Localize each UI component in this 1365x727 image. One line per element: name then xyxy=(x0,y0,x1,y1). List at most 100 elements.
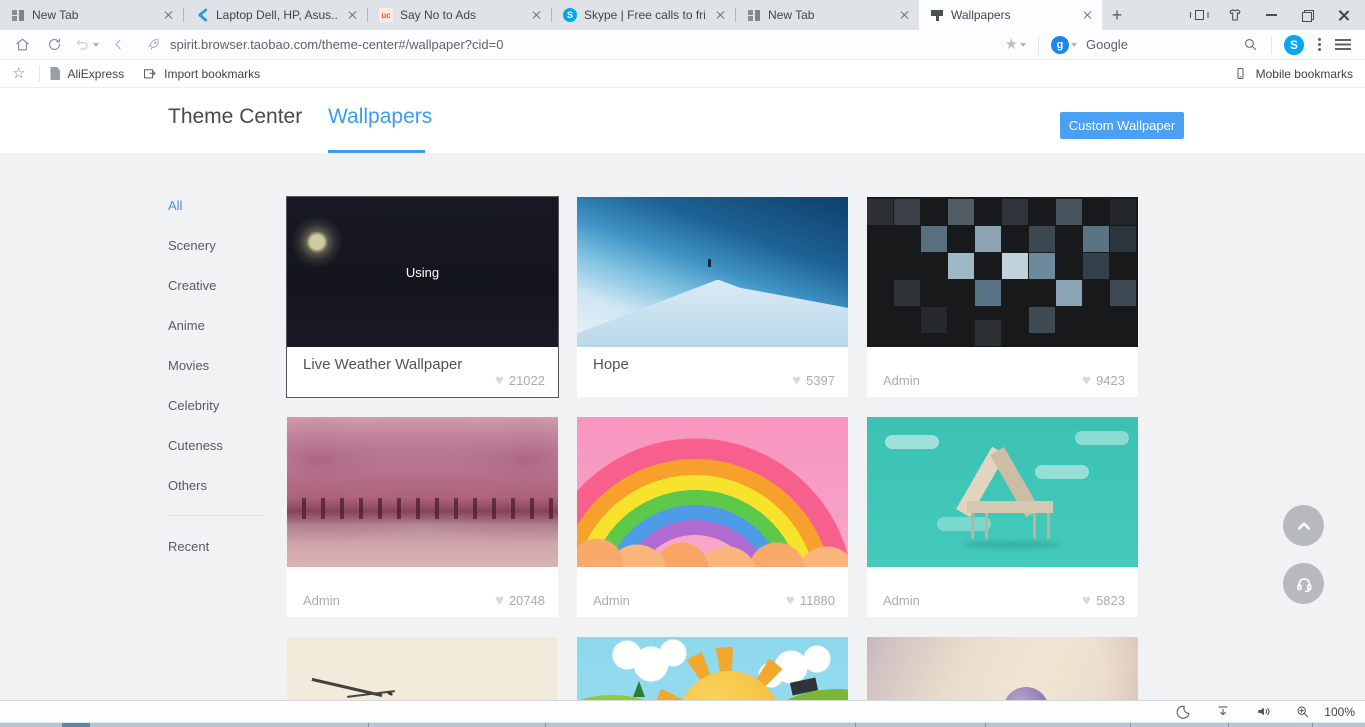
divider xyxy=(1271,36,1272,54)
zoom-level-label[interactable]: 100% xyxy=(1324,705,1355,719)
taskbar-sliver[interactable] xyxy=(0,722,1365,727)
sidebar-item-anime[interactable]: Anime xyxy=(168,305,268,345)
wallpaper-thumbnail[interactable]: Using xyxy=(287,197,558,347)
refresh-button[interactable] xyxy=(38,31,70,59)
wallpaper-card-rainbow[interactable]: Admin 11880 xyxy=(577,417,848,617)
home-button[interactable] xyxy=(6,31,38,59)
tab-label: Say No to Ads xyxy=(400,8,522,22)
wallpaper-card-cubes[interactable]: Admin 9423 xyxy=(867,197,1138,397)
wallpaper-thumbnail[interactable] xyxy=(577,417,848,567)
boss-key-button[interactable] xyxy=(1181,0,1217,30)
close-icon xyxy=(1337,9,1350,22)
wallpaper-card-structure[interactable]: Admin 5823 xyxy=(867,417,1138,617)
download-manager-button[interactable] xyxy=(1203,701,1243,722)
close-tab-icon[interactable] xyxy=(897,7,913,23)
url-text[interactable]: spirit.browser.taobao.com/theme-center#/… xyxy=(170,37,503,52)
search-box[interactable]: g Google xyxy=(1051,36,1259,54)
custom-wallpaper-button[interactable]: Custom Wallpaper xyxy=(1060,112,1184,139)
page-icon xyxy=(50,67,60,80)
wallpaper-thumbnail[interactable] xyxy=(287,417,558,567)
kebab-menu-icon[interactable] xyxy=(1318,43,1321,46)
sidebar-item-creative[interactable]: Creative xyxy=(168,265,268,305)
close-tab-icon[interactable] xyxy=(1080,7,1096,23)
new-tab-button[interactable] xyxy=(1102,0,1132,30)
wallpaper-card-branch[interactable] xyxy=(287,637,558,700)
close-window-button[interactable] xyxy=(1325,0,1361,30)
import-label: Import bookmarks xyxy=(164,67,260,81)
sidebar-item-all[interactable]: All xyxy=(168,185,268,225)
sidebar-item-cuteness[interactable]: Cuteness xyxy=(168,425,268,465)
import-bookmarks[interactable]: Import bookmarks xyxy=(142,66,260,81)
heart-icon xyxy=(792,373,801,388)
wallpaper-thumbnail[interactable] xyxy=(577,197,848,347)
wallpaper-title: Live Weather Wallpaper xyxy=(303,356,462,373)
google-engine-icon[interactable]: g xyxy=(1051,36,1069,54)
sidebar-item-recent[interactable]: Recent xyxy=(168,526,209,566)
chevron-down-icon[interactable] xyxy=(1020,43,1026,47)
skin-theme-button[interactable] xyxy=(1217,0,1253,30)
zoom-plus-icon xyxy=(1295,704,1311,720)
category-sidebar: All Scenery Creative Anime Movies Celebr… xyxy=(168,185,268,505)
support-button[interactable] xyxy=(1283,563,1324,604)
mobile-bookmarks[interactable]: Mobile bookmarks xyxy=(1233,66,1353,81)
card-info: Admin 20748 xyxy=(287,567,558,617)
divider xyxy=(1038,36,1039,54)
wallpaper-thumbnail[interactable] xyxy=(867,197,1138,347)
back-to-top-button[interactable] xyxy=(1283,505,1324,546)
close-tab-icon[interactable] xyxy=(161,7,177,23)
toolbar-right: g Google S xyxy=(1005,35,1355,55)
chevron-down-icon[interactable] xyxy=(1071,43,1077,47)
night-mode-button[interactable] xyxy=(1163,701,1203,722)
wallpaper-card-cartoon-sun[interactable] xyxy=(577,637,848,700)
bookmark-label: AliExpress xyxy=(67,67,124,81)
bookmark-aliexpress[interactable]: AliExpress xyxy=(50,67,124,81)
address-bar[interactable]: spirit.browser.taobao.com/theme-center#/… xyxy=(134,37,1005,52)
volume-button[interactable] xyxy=(1243,701,1283,722)
sidebar-item-others[interactable]: Others xyxy=(168,465,268,505)
undo-button[interactable] xyxy=(70,31,102,59)
skype-icon: S xyxy=(563,8,577,22)
wallpaper-author: Admin xyxy=(883,373,920,388)
wallpaper-grid: Using Live Weather Wallpaper 21022 Hope xyxy=(287,197,1139,700)
active-tab-underline xyxy=(328,150,425,153)
heart-icon xyxy=(786,593,795,608)
menu-icon[interactable] xyxy=(1335,39,1351,50)
wallpaper-card-lavender[interactable] xyxy=(867,637,1138,700)
tab-skype[interactable]: S Skype | Free calls to frie... xyxy=(552,0,735,30)
tab-wallpapers[interactable]: Wallpapers xyxy=(328,105,432,129)
uc-browser-icon: uc xyxy=(379,8,393,22)
close-tab-icon[interactable] xyxy=(529,7,545,23)
star-outline-icon[interactable] xyxy=(12,66,25,81)
tab-new-tab-1[interactable]: New Tab xyxy=(0,0,183,30)
sidebar-item-scenery[interactable]: Scenery xyxy=(168,225,268,265)
zoom-button[interactable] xyxy=(1283,701,1323,722)
bookmark-star-icon[interactable] xyxy=(1005,37,1018,52)
search-engine-label[interactable]: Google xyxy=(1086,37,1128,52)
tab-label: New Tab xyxy=(32,8,154,22)
sidebar-divider xyxy=(168,515,263,516)
tab-wallpapers-active[interactable]: Wallpapers xyxy=(919,0,1102,30)
back-button[interactable] xyxy=(102,31,134,59)
wallpaper-thumbnail[interactable] xyxy=(867,637,1138,700)
wallpaper-card-live-weather[interactable]: Using Live Weather Wallpaper 21022 xyxy=(287,197,558,397)
sidebar-item-celebrity[interactable]: Celebrity xyxy=(168,385,268,425)
back-chevron-icon xyxy=(110,36,127,53)
close-tab-icon[interactable] xyxy=(713,7,729,23)
wallpaper-thumbnail[interactable] xyxy=(867,417,1138,567)
tab-new-tab-2[interactable]: New Tab xyxy=(736,0,919,30)
restore-button[interactable] xyxy=(1289,0,1325,30)
wallpaper-thumbnail[interactable] xyxy=(577,637,848,700)
minimize-button[interactable] xyxy=(1253,0,1289,30)
chevron-up-icon xyxy=(1293,515,1315,537)
wallpaper-author: Admin xyxy=(303,593,340,608)
sidebar-item-movies[interactable]: Movies xyxy=(168,345,268,385)
wallpaper-thumbnail[interactable] xyxy=(287,637,558,700)
tab-say-no-to-ads[interactable]: uc Say No to Ads xyxy=(368,0,551,30)
wallpaper-card-blossom[interactable]: Admin 20748 xyxy=(287,417,558,617)
skype-extension-icon[interactable]: S xyxy=(1284,35,1304,55)
wallpaper-card-hope[interactable]: Hope 5397 xyxy=(577,197,848,397)
tab-laptop[interactable]: Laptop Dell, HP, Asus... xyxy=(184,0,367,30)
page-content: Theme Center Wallpapers Custom Wallpaper… xyxy=(0,88,1365,700)
search-icon[interactable] xyxy=(1242,36,1259,53)
close-tab-icon[interactable] xyxy=(345,7,361,23)
